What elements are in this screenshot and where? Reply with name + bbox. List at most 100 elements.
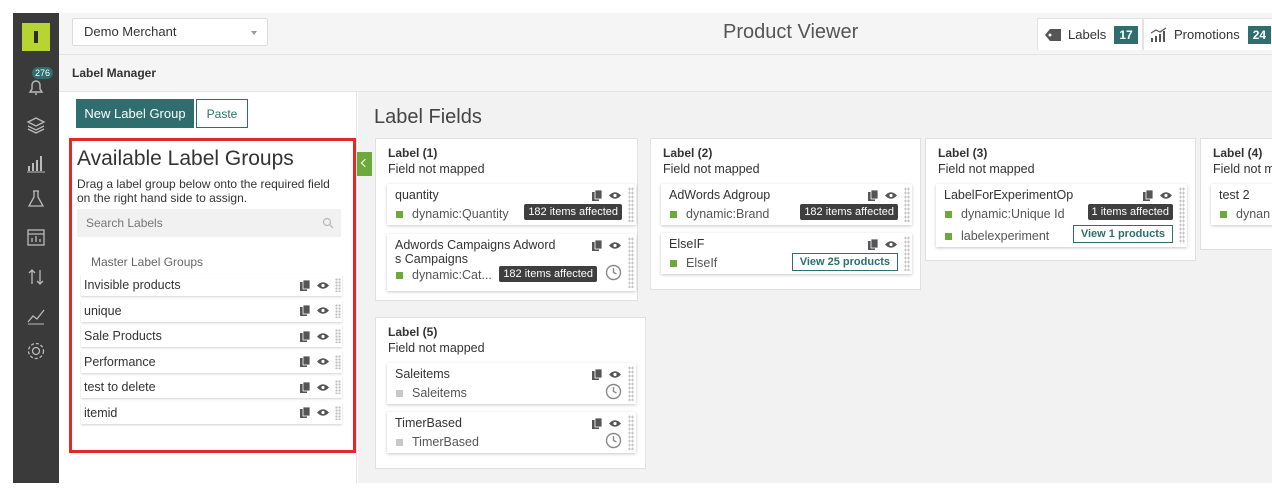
tab-labels[interactable]: Labels 17: [1037, 18, 1143, 50]
view-products-button[interactable]: View 25 products: [791, 253, 898, 271]
label-item-source: dynamic:Unique Id: [945, 207, 1065, 221]
list-item[interactable]: test to delete: [81, 376, 342, 399]
label-card-header: Label (5): [388, 325, 438, 339]
copy-icon[interactable]: [591, 368, 603, 381]
list-item[interactable]: itemid: [81, 401, 342, 424]
label-item[interactable]: ElseIF ElseIf View 25 products: [661, 233, 912, 274]
copy-icon[interactable]: [299, 330, 311, 343]
eye-icon[interactable]: [1159, 191, 1173, 200]
eye-icon[interactable]: [608, 370, 622, 379]
label-item-name: Saleitems: [395, 367, 450, 381]
copy-icon[interactable]: [299, 355, 311, 368]
drag-handle-icon[interactable]: [628, 415, 634, 450]
label-item-source-text: dynamic:Brand: [686, 207, 770, 221]
copy-icon[interactable]: [867, 189, 879, 202]
label-card-header: Label (4): [1213, 146, 1263, 160]
sort-arrows-icon[interactable]: [25, 266, 47, 288]
label-card-subtitle: Field not mapped: [663, 162, 760, 176]
layers-icon[interactable]: [25, 114, 47, 136]
eye-icon[interactable]: [316, 383, 330, 392]
view-products-button[interactable]: View 1 products: [1072, 225, 1173, 243]
label-item[interactable]: Saleitems Saleitems: [387, 363, 636, 404]
copy-icon[interactable]: [1142, 189, 1154, 202]
bell-icon[interactable]: [25, 76, 47, 98]
bar-chart-icon[interactable]: [25, 152, 47, 174]
drag-handle-icon[interactable]: [904, 187, 910, 222]
label-item[interactable]: AdWords Adgroup dynamic:Brand 182 items …: [661, 184, 912, 225]
paste-button[interactable]: Paste: [196, 99, 248, 128]
tab-promotions[interactable]: Promotions 24: [1143, 18, 1272, 50]
eye-icon[interactable]: [608, 419, 622, 428]
copy-icon[interactable]: [591, 189, 603, 202]
new-label-group-button[interactable]: New Label Group: [76, 99, 194, 128]
drag-handle-icon[interactable]: [335, 278, 341, 292]
label-card-subtitle: Field not m: [1213, 162, 1272, 176]
clock-icon[interactable]: [605, 264, 622, 281]
eye-icon[interactable]: [316, 408, 330, 417]
drag-handle-icon[interactable]: [335, 405, 341, 420]
calendar-chart-icon[interactable]: [25, 226, 47, 248]
copy-icon[interactable]: [867, 238, 879, 251]
label-item-name: TimerBased: [395, 416, 462, 430]
eye-icon[interactable]: [316, 332, 330, 341]
available-groups-box: Available Label Groups Drag a label grou…: [69, 138, 356, 453]
drag-handle-icon[interactable]: [628, 187, 634, 222]
eye-icon[interactable]: [316, 281, 330, 290]
drag-handle-icon[interactable]: [335, 303, 341, 318]
search-field: [77, 209, 341, 237]
label-item[interactable]: Adwords Campaigns Adword s Campaigns dyna…: [387, 234, 636, 291]
label-item-name: quantity: [395, 188, 439, 202]
search-input[interactable]: [77, 209, 341, 237]
label-item-source: dynamic:Brand: [670, 207, 769, 221]
eye-icon[interactable]: [608, 241, 622, 250]
list-item[interactable]: Sale Products: [81, 325, 342, 348]
copy-icon[interactable]: [299, 279, 311, 292]
master-groups-heading: Master Label Groups: [91, 255, 204, 269]
status-square-icon: [396, 271, 403, 279]
label-item[interactable]: quantity dynamic:Quantity 182 items affe…: [387, 184, 636, 225]
eye-icon[interactable]: [316, 306, 330, 315]
gear-icon[interactable]: [25, 340, 47, 362]
list-item[interactable]: Performance: [81, 350, 342, 373]
drag-handle-icon[interactable]: [335, 329, 341, 344]
eye-icon[interactable]: [884, 191, 898, 200]
label-item-source-text: dynamic:Quantity: [412, 207, 509, 221]
clock-icon[interactable]: [605, 383, 622, 400]
drag-handle-icon[interactable]: [628, 366, 634, 401]
list-item[interactable]: Invisible products: [81, 274, 342, 296]
drag-handle-icon[interactable]: [335, 380, 341, 395]
tab-promotions-label: Promotions: [1174, 27, 1240, 42]
label-card-header: Label (3): [938, 146, 988, 160]
drag-handle-icon[interactable]: [335, 354, 341, 369]
merchant-select[interactable]: Demo Merchant: [72, 18, 268, 46]
collapse-panel-button[interactable]: [357, 152, 372, 176]
copy-icon[interactable]: [299, 381, 311, 394]
copy-icon[interactable]: [299, 304, 311, 317]
label-item-name: LabelForExperimentOp: [944, 188, 1074, 202]
copy-icon[interactable]: [591, 417, 603, 430]
copy-icon[interactable]: [591, 239, 603, 252]
eye-icon[interactable]: [884, 240, 898, 249]
label-item[interactable]: test 2 dynan: [1211, 184, 1272, 225]
label-item[interactable]: LabelForExperimentOp dynamic:Unique Id l…: [936, 184, 1187, 247]
promotions-chart-icon: [1150, 27, 1167, 42]
clock-icon[interactable]: [605, 432, 622, 449]
list-item[interactable]: unique: [81, 299, 342, 322]
affected-badge: 182 items affected: [800, 204, 898, 220]
label-card-header: Label (2): [663, 146, 713, 160]
label-item[interactable]: TimerBased TimerBased: [387, 412, 636, 453]
status-square-icon: [945, 210, 952, 218]
eye-icon[interactable]: [316, 357, 330, 366]
drag-handle-icon[interactable]: [904, 236, 910, 271]
line-chart-icon[interactable]: [25, 304, 47, 326]
copy-icon[interactable]: [299, 406, 311, 419]
app-logo[interactable]: [22, 23, 50, 51]
drag-handle-icon[interactable]: [1179, 187, 1185, 244]
status-square-icon: [396, 389, 403, 397]
flask-icon[interactable]: [25, 188, 47, 210]
status-square-icon: [670, 259, 677, 267]
available-groups-title: Available Label Groups: [77, 147, 294, 170]
eye-icon[interactable]: [608, 191, 622, 200]
drag-handle-icon[interactable]: [628, 237, 634, 288]
affected-badge: 1 items affected: [1087, 204, 1173, 220]
